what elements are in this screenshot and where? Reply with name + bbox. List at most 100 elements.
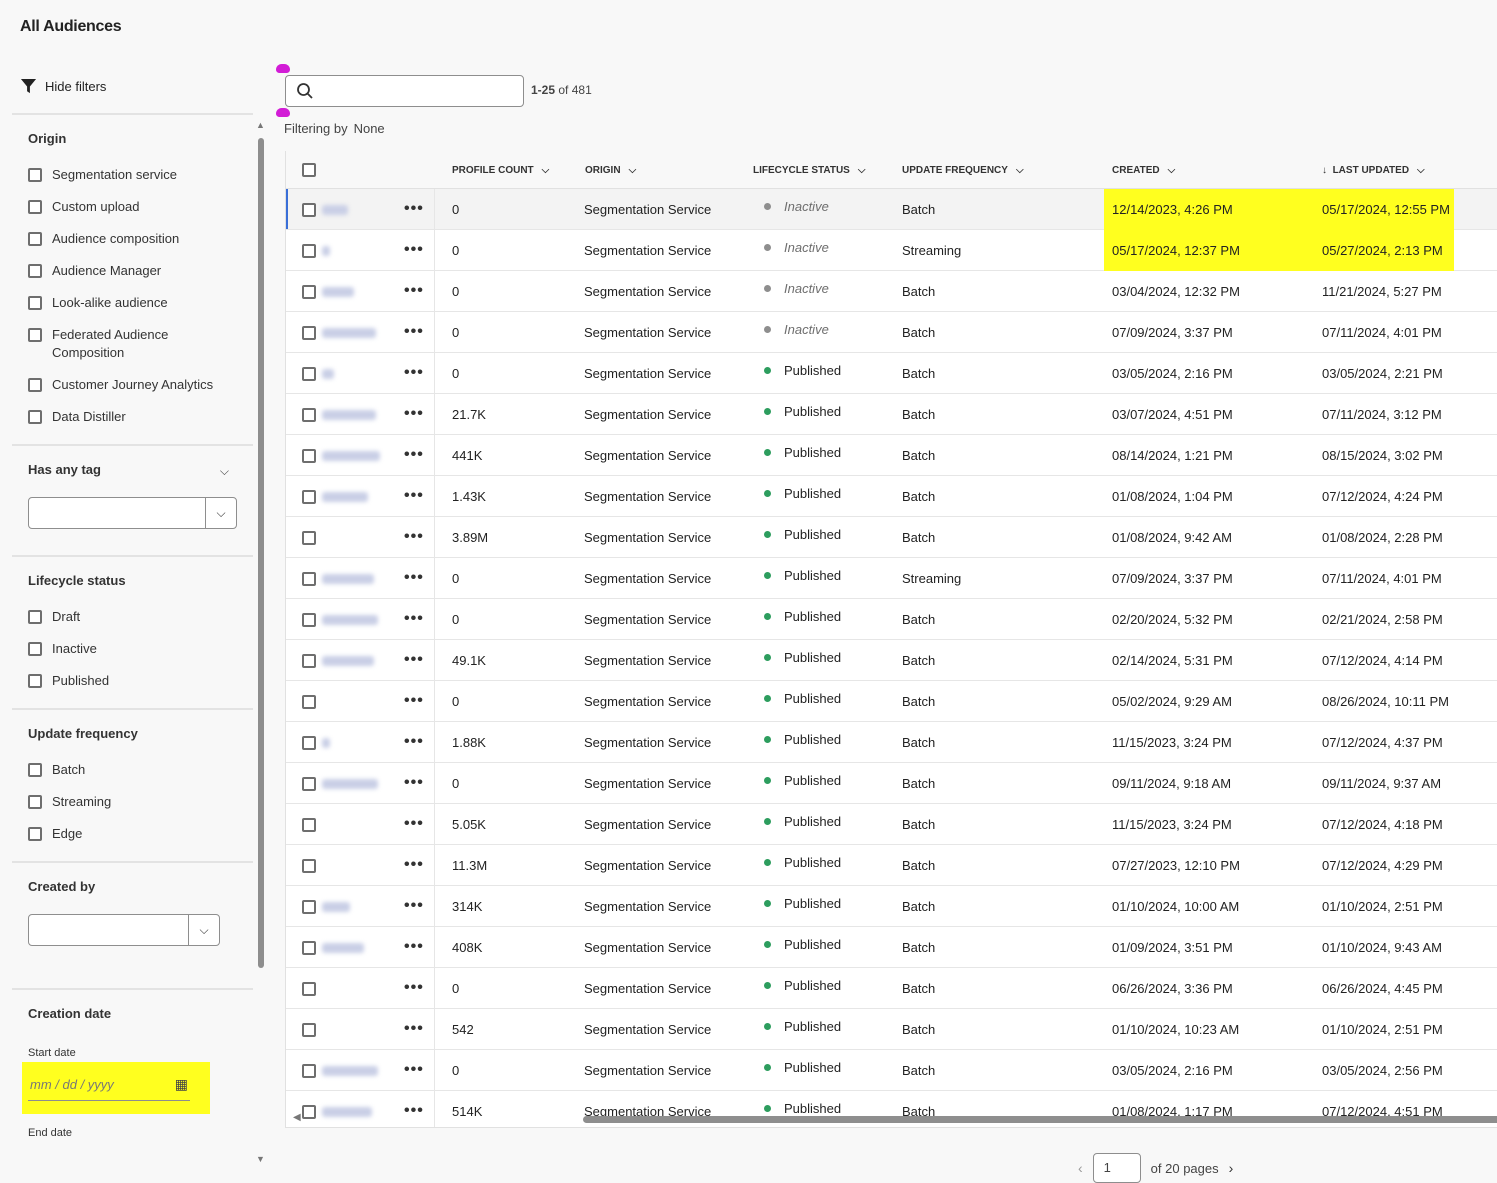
more-actions-icon[interactable]: ••• bbox=[404, 856, 424, 874]
table-horizontal-scrollbar[interactable]: ◀ bbox=[285, 1112, 1497, 1125]
table-row[interactable]: ••• 1.88K Segmentation Service Published Bat… bbox=[286, 722, 1497, 763]
more-actions-icon[interactable]: ••• bbox=[404, 1020, 424, 1038]
redacted-name[interactable] bbox=[322, 574, 374, 584]
scroll-left-icon[interactable]: ◀ bbox=[293, 1112, 301, 1123]
table-row[interactable]: ••• 408K Segmentation Service Published Batc… bbox=[286, 927, 1497, 968]
redacted-name[interactable] bbox=[322, 656, 374, 666]
more-actions-icon[interactable]: ••• bbox=[404, 282, 424, 300]
more-actions-icon[interactable]: ••• bbox=[404, 733, 424, 751]
page-number-input[interactable]: 1 bbox=[1092, 1153, 1141, 1183]
scroll-down-icon[interactable]: ▼ bbox=[256, 1154, 265, 1164]
redacted-name[interactable] bbox=[322, 328, 376, 338]
row-checkbox[interactable] bbox=[302, 736, 316, 750]
table-row[interactable]: ••• 314K Segmentation Service Published Batc… bbox=[286, 886, 1497, 927]
table-row[interactable]: ••• 1.43K Segmentation Service Published Bat… bbox=[286, 476, 1497, 517]
more-actions-icon[interactable]: ••• bbox=[404, 979, 424, 997]
row-checkbox[interactable] bbox=[302, 777, 316, 791]
origin-checkbox[interactable] bbox=[28, 410, 42, 424]
row-checkbox[interactable] bbox=[302, 490, 316, 504]
redacted-name[interactable] bbox=[322, 1066, 378, 1076]
redacted-name[interactable] bbox=[322, 246, 330, 256]
more-actions-icon[interactable]: ••• bbox=[404, 364, 424, 382]
more-actions-icon[interactable]: ••• bbox=[404, 610, 424, 628]
tag-input[interactable] bbox=[29, 498, 206, 528]
row-checkbox[interactable] bbox=[302, 941, 316, 955]
more-actions-icon[interactable]: ••• bbox=[404, 528, 424, 546]
row-checkbox[interactable] bbox=[302, 900, 316, 914]
more-actions-icon[interactable]: ••• bbox=[404, 241, 424, 259]
origin-option[interactable]: Customer Journey Analytics bbox=[28, 376, 237, 394]
redacted-name[interactable] bbox=[322, 615, 378, 625]
table-row[interactable]: ••• 0 Segmentation Service Published Batch 05… bbox=[286, 681, 1497, 722]
table-row[interactable]: ••• 5.05K Segmentation Service Published Bat… bbox=[286, 804, 1497, 845]
redacted-name[interactable] bbox=[322, 779, 378, 789]
column-update-frequency[interactable]: UPDATE FREQUENCY ⌵ bbox=[902, 165, 1024, 176]
column-created[interactable]: CREATED ⌵ bbox=[1112, 165, 1175, 176]
column-lifecycle-status[interactable]: LIFECYCLE STATUS ⌵ bbox=[753, 165, 865, 176]
frequency-option[interactable]: Edge bbox=[28, 825, 237, 843]
frequency-checkbox[interactable] bbox=[28, 827, 42, 841]
more-actions-icon[interactable]: ••• bbox=[404, 446, 424, 464]
row-checkbox[interactable] bbox=[302, 859, 316, 873]
origin-option[interactable]: Federated Audience Composition bbox=[28, 326, 237, 362]
table-row[interactable]: ••• 0 Segmentation Service Published Batch 06… bbox=[286, 968, 1497, 1009]
table-row[interactable]: ••• 3.89M Segmentation Service Published Bat… bbox=[286, 517, 1497, 558]
redacted-name[interactable] bbox=[322, 943, 364, 953]
more-actions-icon[interactable]: ••• bbox=[404, 651, 424, 669]
origin-option[interactable]: Look-alike audience bbox=[28, 294, 237, 312]
table-row[interactable]: ••• 0 Segmentation Service Inactive Batch 12/… bbox=[286, 189, 1497, 230]
previous-page-icon[interactable]: ‹ bbox=[1078, 1160, 1083, 1176]
origin-option[interactable]: Audience Manager bbox=[28, 262, 237, 280]
table-row[interactable]: ••• 0 Segmentation Service Published Batch 03… bbox=[286, 353, 1497, 394]
more-actions-icon[interactable]: ••• bbox=[404, 1061, 424, 1079]
redacted-name[interactable] bbox=[322, 410, 376, 420]
row-checkbox[interactable] bbox=[302, 449, 316, 463]
origin-checkbox[interactable] bbox=[28, 200, 42, 214]
start-date-field[interactable]: mm / dd / yyyy ▦ bbox=[22, 1062, 210, 1114]
table-row[interactable]: ••• 0 Segmentation Service Published Batch 09… bbox=[286, 763, 1497, 804]
lifecycle-option[interactable]: Inactive bbox=[28, 640, 237, 658]
hide-filters-button[interactable]: Hide filters bbox=[20, 78, 106, 95]
table-row[interactable]: ••• 0 Segmentation Service Inactive Streamin… bbox=[286, 230, 1497, 271]
created-by-dropdown-button[interactable]: ⌵ bbox=[189, 915, 219, 945]
tag-combobox[interactable]: ⌵ bbox=[28, 497, 237, 529]
row-checkbox[interactable] bbox=[302, 367, 316, 381]
row-checkbox[interactable] bbox=[302, 982, 316, 996]
origin-checkbox[interactable] bbox=[28, 232, 42, 246]
table-row[interactable]: ••• 0 Segmentation Service Published Batch 03… bbox=[286, 1050, 1497, 1091]
row-checkbox[interactable] bbox=[302, 572, 316, 586]
scroll-thumb[interactable] bbox=[258, 138, 264, 968]
table-row[interactable]: ••• 49.1K Segmentation Service Published Bat… bbox=[286, 640, 1497, 681]
scroll-up-icon[interactable]: ▲ bbox=[256, 120, 265, 130]
created-by-input[interactable] bbox=[29, 915, 189, 945]
more-actions-icon[interactable]: ••• bbox=[404, 487, 424, 505]
filter-scrollbar[interactable]: ▲ ▼ bbox=[255, 120, 267, 1170]
redacted-name[interactable] bbox=[322, 738, 330, 748]
more-actions-icon[interactable]: ••• bbox=[404, 200, 424, 218]
calendar-icon[interactable]: ▦ bbox=[175, 1076, 188, 1093]
lifecycle-checkbox[interactable] bbox=[28, 674, 42, 688]
row-checkbox[interactable] bbox=[302, 326, 316, 340]
next-page-icon[interactable]: › bbox=[1229, 1160, 1234, 1176]
column-origin[interactable]: ORIGIN ⌵ bbox=[585, 165, 636, 176]
row-checkbox[interactable] bbox=[302, 244, 316, 258]
search-input[interactable] bbox=[285, 75, 524, 107]
column-profile-count[interactable]: PROFILE COUNT ⌵ bbox=[452, 165, 549, 176]
lifecycle-checkbox[interactable] bbox=[28, 610, 42, 624]
created-by-combobox[interactable]: ⌵ bbox=[28, 914, 220, 946]
more-actions-icon[interactable]: ••• bbox=[404, 938, 424, 956]
lifecycle-option[interactable]: Published bbox=[28, 672, 237, 690]
origin-option[interactable]: Audience composition bbox=[28, 230, 237, 248]
origin-checkbox[interactable] bbox=[28, 378, 42, 392]
redacted-name[interactable] bbox=[322, 451, 380, 461]
origin-checkbox[interactable] bbox=[28, 264, 42, 278]
row-checkbox[interactable] bbox=[302, 203, 316, 217]
redacted-name[interactable] bbox=[322, 492, 368, 502]
row-checkbox[interactable] bbox=[302, 654, 316, 668]
redacted-name[interactable] bbox=[322, 369, 334, 379]
frequency-option[interactable]: Streaming bbox=[28, 793, 237, 811]
origin-checkbox[interactable] bbox=[28, 328, 42, 342]
lifecycle-option[interactable]: Draft bbox=[28, 608, 237, 626]
row-checkbox[interactable] bbox=[302, 613, 316, 627]
row-checkbox[interactable] bbox=[302, 1023, 316, 1037]
